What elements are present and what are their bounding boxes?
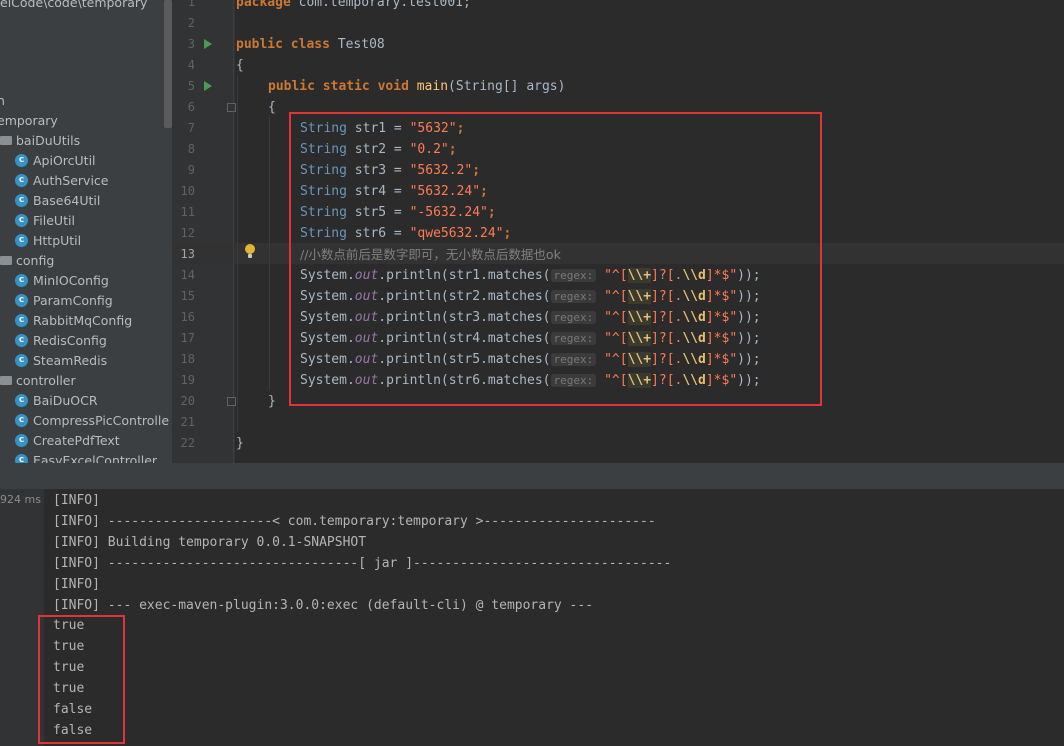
line-number: 8 (187, 142, 195, 156)
tree-folder-config[interactable]: config (0, 251, 54, 271)
indent-guide (269, 117, 270, 390)
tree-class-easyexcelcontroller[interactable]: c EasyExcelController (15, 451, 157, 463)
line-number: 2 (187, 16, 195, 30)
class-icon: c (15, 294, 28, 307)
console-line: [INFO] (53, 493, 100, 508)
class-icon: c (15, 314, 28, 327)
line-number: 14 (180, 268, 195, 282)
console-line: [INFO] (53, 576, 100, 592)
class-icon: c (15, 274, 28, 287)
tree-class-compresspiccontroller[interactable]: c CompressPicControlle (15, 411, 169, 431)
line-number: 11 (180, 205, 195, 219)
line-number: 13 (180, 247, 195, 261)
lightbulb-icon[interactable] (245, 244, 255, 258)
class-icon: c (15, 354, 28, 367)
tree-class-redisconfig[interactable]: c RedisConfig (15, 331, 107, 351)
class-icon: c (15, 334, 28, 347)
class-icon: c (15, 194, 28, 207)
line-number: 22 (180, 436, 195, 450)
run-toolwindow-header (0, 463, 1064, 489)
code-line-1[interactable]: package com.temporary.test001; (236, 0, 471, 13)
tree-folder-controller[interactable]: controller (0, 371, 76, 391)
console-line: [INFO] ---------------------< com.tempor… (53, 513, 656, 529)
project-tree-panel: eiCode\code\temporary n emporary baiDuUt… (0, 0, 173, 463)
line-number: 21 (180, 415, 195, 429)
console-line: [INFO] --------------------------------[… (53, 555, 672, 571)
class-icon: c (15, 154, 28, 167)
tree-item-root[interactable]: emporary (0, 111, 58, 131)
tree-folder-baiduutils[interactable]: baiDuUtils (0, 131, 80, 151)
tree-class-httputil[interactable]: c HttpUtil (15, 231, 81, 251)
run-class-icon[interactable] (204, 39, 212, 49)
tree-class-authservice[interactable]: c AuthService (15, 171, 109, 191)
code-line-22[interactable]: } (236, 433, 244, 454)
code-line-20[interactable]: } (268, 391, 276, 412)
class-icon: c (15, 174, 28, 187)
tree-class-rabbitmqconfig[interactable]: c RabbitMqConfig (15, 311, 132, 331)
tree-class-fileutil[interactable]: c FileUtil (15, 211, 75, 231)
line-number: 20 (180, 394, 195, 408)
class-icon: c (15, 214, 28, 227)
elapsed-time: 924 ms (0, 493, 41, 506)
line-number: 4 (187, 58, 195, 72)
folder-icon (0, 136, 12, 145)
line-number: 19 (180, 373, 195, 387)
tree-class-base64util[interactable]: c Base64Util (15, 191, 100, 211)
output-highlight-box (38, 615, 125, 744)
tree-class-steamredis[interactable]: c SteamRedis (15, 351, 107, 371)
folder-icon (0, 376, 12, 385)
class-icon: c (15, 454, 28, 463)
gutter-separator (233, 0, 234, 463)
class-icon: c (15, 434, 28, 447)
tree-class-paramconfig[interactable]: c ParamConfig (15, 291, 113, 311)
fold-marker-icon[interactable] (227, 103, 236, 112)
line-number: 15 (180, 289, 195, 303)
line-number: 18 (180, 352, 195, 366)
code-highlight-box (289, 112, 822, 406)
folder-icon (0, 256, 12, 265)
line-number: 5 (187, 79, 195, 93)
tree-class-minioconfig[interactable]: c MinIOConfig (15, 271, 109, 291)
code-line-5[interactable]: public static void main(String[] args) (268, 76, 565, 97)
project-path-label: eiCode\code\temporary (0, 0, 148, 10)
console-line: [INFO] --- exec-maven-plugin:3.0.0:exec … (53, 597, 594, 613)
sidebar-scrollbar[interactable] (164, 0, 172, 128)
code-line-6[interactable]: { (268, 97, 276, 118)
fold-marker-icon[interactable] (227, 397, 236, 406)
tree-class-apiorcutil[interactable]: c ApiOrcUtil (15, 151, 96, 171)
tree-item-fragment[interactable]: n (0, 91, 5, 111)
line-number: 6 (187, 100, 195, 114)
line-number: 12 (180, 226, 195, 240)
class-icon: c (15, 234, 28, 247)
console-line: [INFO] Building temporary 0.0.1-SNAPSHOT (53, 534, 367, 550)
line-number: 10 (180, 184, 195, 198)
line-number: 9 (187, 163, 195, 177)
line-number: 16 (180, 310, 195, 324)
line-number: 7 (187, 121, 195, 135)
line-number: 3 (187, 37, 195, 51)
code-line-4[interactable]: { (236, 55, 244, 76)
line-number: 1 (187, 0, 195, 9)
class-icon: c (15, 394, 28, 407)
code-line-3[interactable]: public class Test08 (236, 34, 385, 55)
indent-guide (237, 75, 238, 432)
run-main-icon[interactable] (204, 81, 212, 91)
tree-class-createpdftext[interactable]: c CreatePdfText (15, 431, 120, 451)
class-icon: c (15, 414, 28, 427)
tree-class-baiduocr[interactable]: c BaiDuOCR (15, 391, 98, 411)
line-number: 17 (180, 331, 195, 345)
